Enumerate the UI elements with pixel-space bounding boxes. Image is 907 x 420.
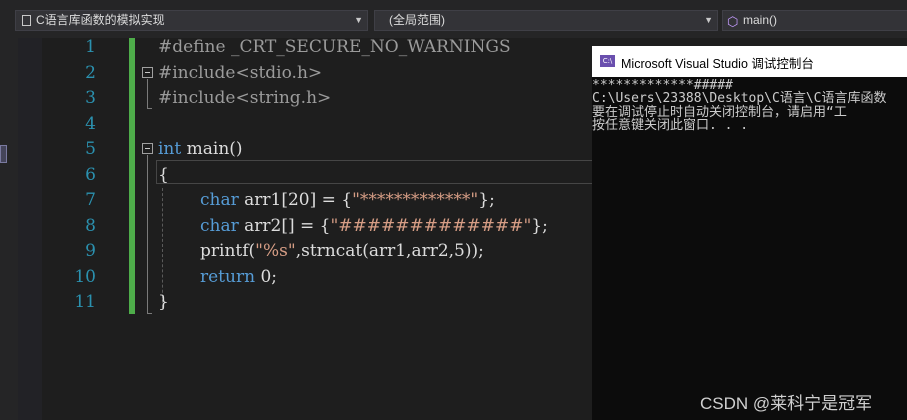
line-number: 1 [85,37,96,57]
line-number: 2 [85,62,96,83]
editor-left-strip [0,38,18,420]
string-literal: "*************" [352,190,479,210]
line-number: 4 [85,113,96,134]
navigation-bar: C语言库函数的模拟实现 ▼ (全局范围) ▼ ⬡ main() [0,0,907,38]
editor-gutter [18,38,42,420]
line-number: 7 [85,190,96,210]
project-icon [22,15,31,26]
code-text: printf( [200,241,256,261]
fold-guide-end [147,313,152,314]
keyword: char [200,215,239,236]
code-line-3: #include<string.h> [158,86,331,112]
preprocessor-directive: #include<stdio.h> [158,62,323,83]
preprocessor-directive: #define _CRT_SECURE_NO_WARNINGS [158,37,511,57]
function-dropdown-label: main() [743,13,778,27]
code-line-11: } [158,290,169,316]
function-dropdown[interactable]: ⬡ main() [722,10,907,31]
current-line-highlight [156,160,596,184]
string-literal: "%s" [255,241,296,261]
file-dropdown-label: C语言库函数的模拟实现 [36,13,165,27]
console-output-line: 按任意键关闭此窗口. . . [592,117,749,133]
fold-guide-end [147,108,152,109]
console-title: Microsoft Visual Studio 调试控制台 [621,57,814,71]
code-text: 0; [255,266,277,287]
breakpoint-marker [0,145,7,163]
code-line-7: char arr1[20] = {"*************"}; [200,188,495,214]
code-text: main() [181,139,243,159]
line-number: 5 [85,139,96,159]
console-output-line: 要在调试停止时自动关闭控制台，请启用“工 [592,104,847,120]
code-line-8: char arr2[] = {"#############"}; [200,214,548,240]
code-line-10: return 0; [200,265,277,291]
console-app-icon: C:\ [600,55,615,67]
change-tracking-bar [129,38,135,314]
fold-collapse-icon[interactable] [142,143,153,154]
keyword: int [158,139,182,159]
fold-collapse-icon[interactable] [142,67,153,78]
code-text: } [158,292,169,312]
code-text: }; [531,215,548,236]
chevron-down-icon: ▼ [354,15,363,25]
line-number: 3 [85,88,96,108]
line-number: 10 [74,266,96,287]
string-literal: "#############" [330,215,532,236]
file-dropdown[interactable]: C语言库函数的模拟实现 ▼ [15,10,368,31]
keyword: char [200,190,239,210]
line-number: 8 [85,215,96,236]
scope-dropdown[interactable]: (全局范围) ▼ [374,10,718,31]
preprocessor-directive: #include<string.h> [158,88,332,108]
method-cube-icon: ⬡ [727,14,739,29]
code-text: arr1[20] = { [238,190,353,210]
line-number: 9 [85,241,96,261]
code-line-2: #include<stdio.h> [158,61,322,87]
code-text: arr2[] = { [238,215,331,236]
console-output: *************##### C:\Users\23388\Desktop… [592,79,887,132]
code-line-6: { [158,163,169,189]
code-line-1: #define _CRT_SECURE_NO_WARNINGS [158,35,511,61]
code-text: ,strncat(arr1,arr2,5)); [295,241,484,261]
scope-dropdown-label: (全局范围) [389,13,445,27]
keyword: return [200,266,256,287]
console-title-bar[interactable]: C:\ Microsoft Visual Studio 调试控制台 [592,46,907,77]
code-line-9: printf("%s",strncat(arr1,arr2,5)); [200,239,484,265]
fold-guide [147,79,148,108]
code-line-5: int main() [158,137,243,163]
fold-guide [147,155,148,313]
line-number: 11 [74,292,96,312]
chevron-down-icon: ▼ [704,15,713,25]
csdn-watermark: CSDN @莱科宁是冠军 [700,394,873,413]
code-text: }; [478,190,495,210]
debug-console-window[interactable]: C:\ Microsoft Visual Studio 调试控制台 ******… [592,46,907,420]
line-number: 6 [85,164,96,185]
code-text: { [158,164,169,185]
console-output-line: C:\Users\23388\Desktop\C语言\C语言库函数 [592,91,887,107]
